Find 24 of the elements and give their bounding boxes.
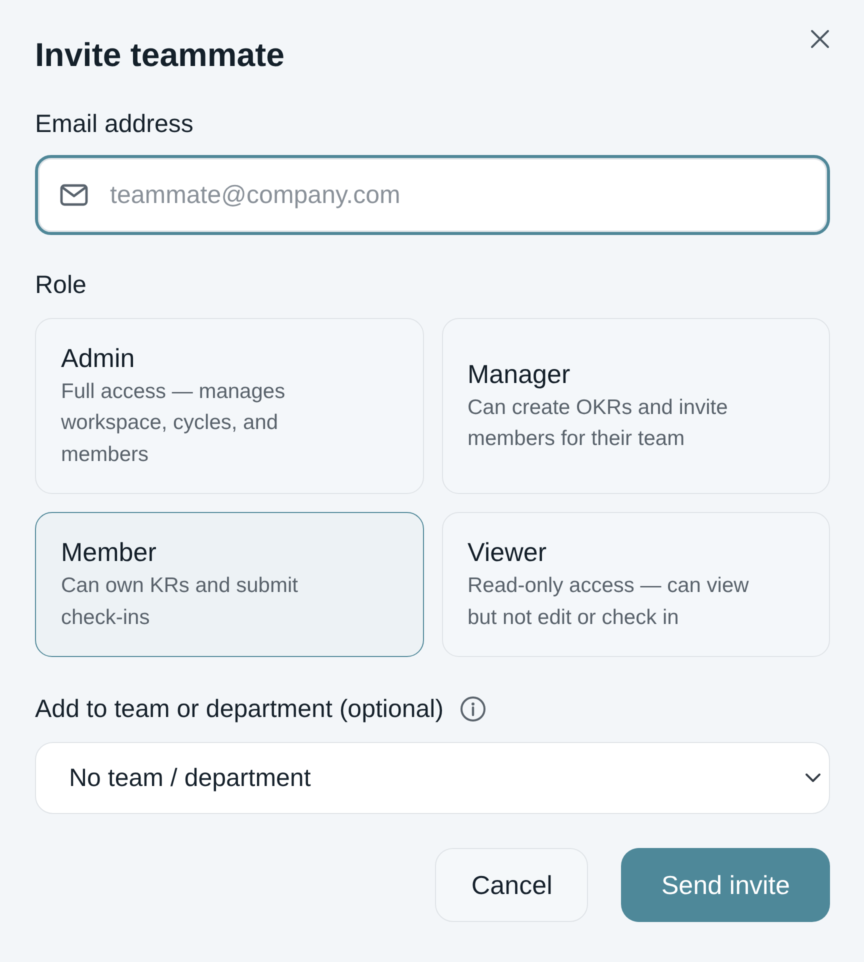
close-icon <box>810 29 830 49</box>
team-label: Add to team or department (optional) <box>35 694 444 724</box>
team-select[interactable]: No team / department <box>35 742 830 814</box>
role-option[interactable]: Member Can own KRs and submit check-ins <box>35 512 424 657</box>
role-label: Role <box>35 270 88 300</box>
dialog-title: Invite teammate <box>35 35 284 75</box>
send-button[interactable]: Send invite <box>621 848 830 922</box>
email-field[interactable]: teammate@company.com <box>35 155 830 235</box>
chevron-icon <box>805 773 821 783</box>
role-option[interactable]: Viewer Read-only access — can view but not edit or check in <box>442 512 830 657</box>
role-name: Admin <box>61 342 135 374</box>
role-description: Can own KRs and submit check-ins <box>61 573 299 630</box>
role-option[interactable]: Manager Can create OKRs and invite members for their team <box>442 318 830 494</box>
info-icon[interactable] <box>460 696 486 722</box>
role-name: Manager <box>468 358 570 390</box>
role-description: Can create OKRs and invite members for their team <box>468 394 729 452</box>
role-name: Viewer <box>468 536 547 568</box>
role-name: Member <box>61 536 156 568</box>
role-description: Read-only access — can view but not edit or check in <box>468 573 750 630</box>
email-label: Email address <box>35 109 194 139</box>
mail-icon <box>60 184 88 206</box>
role-option[interactable]: Admin Full access — manages workspace, cycles, and members <box>35 318 424 494</box>
cancel-button[interactable]: Cancel <box>435 848 588 922</box>
role-description: Full access — manages workspace, cycles, and members <box>61 378 286 468</box>
